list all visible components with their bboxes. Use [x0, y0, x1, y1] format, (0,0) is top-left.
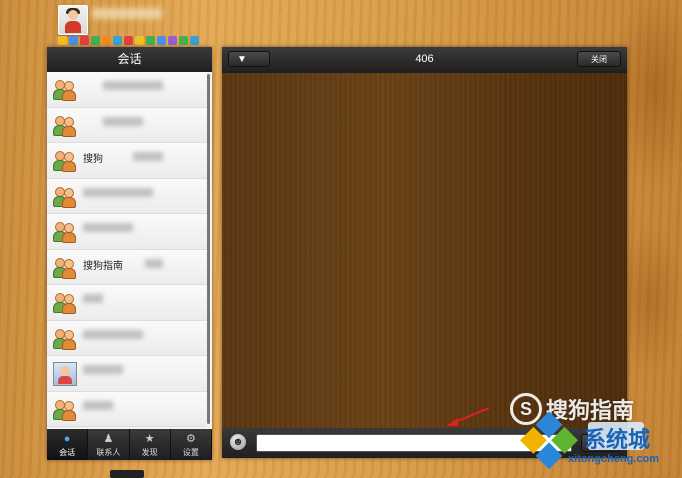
conversation-item[interactable]	[47, 178, 207, 214]
group-avatar-icon	[53, 398, 76, 421]
redacted-text	[145, 258, 163, 268]
tab-settings[interactable]: ⚙ 设置	[171, 429, 212, 460]
status-icon[interactable]	[190, 36, 199, 45]
contacts-icon: ♟	[103, 433, 114, 445]
redacted-text	[133, 152, 163, 161]
status-icon[interactable]	[135, 36, 144, 45]
group-avatar-icon	[53, 114, 76, 137]
conversation-item[interactable]	[47, 214, 207, 250]
chat-title: 406	[415, 53, 434, 65]
status-icon[interactable]	[58, 36, 67, 45]
conversation-list: 搜狗 搜狗指南	[47, 72, 207, 429]
xitongcheng-watermark-url: xitongcheng.com	[568, 453, 660, 465]
conversation-name: 搜狗	[83, 154, 103, 165]
conversation-item[interactable]	[47, 72, 207, 108]
chat-bubble-icon: ●	[63, 433, 71, 445]
contact-photo-avatar	[53, 362, 77, 386]
emoji-icon[interactable]: ☻	[230, 434, 246, 450]
group-avatar-icon	[53, 256, 76, 279]
tab-label: 设置	[182, 448, 199, 457]
conversation-item[interactable]	[47, 356, 207, 392]
redacted-text	[83, 187, 153, 197]
group-avatar-icon	[53, 78, 76, 101]
redacted-text	[103, 81, 163, 90]
status-icon[interactable]	[113, 36, 122, 45]
conversation-item[interactable]	[47, 391, 207, 427]
red-arrow-annotation	[447, 407, 490, 426]
conversation-name: 搜狗指南	[83, 260, 123, 272]
redacted-text	[103, 116, 143, 126]
xitongcheng-watermark-cn: 系统城	[584, 428, 651, 453]
redacted-text	[83, 329, 143, 339]
conversation-item[interactable]	[47, 320, 207, 356]
tab-conversations[interactable]: ● 会话	[47, 429, 89, 460]
tab-label: 联系人	[96, 448, 121, 457]
profile-status-icons[interactable]	[58, 36, 199, 46]
conversation-item[interactable]: 搜狗指南	[47, 249, 207, 285]
status-icon[interactable]	[80, 36, 89, 45]
redacted-text	[83, 400, 113, 410]
redacted-text	[83, 223, 133, 232]
bottom-badge	[110, 470, 144, 478]
xitongcheng-watermark: 系统城 xitongcheng.com	[520, 411, 680, 472]
tab-contacts[interactable]: ♟ 联系人	[88, 429, 130, 460]
status-icon[interactable]	[91, 36, 100, 45]
status-icon[interactable]	[157, 36, 166, 45]
group-avatar-icon	[53, 185, 76, 208]
conversation-panel-title: 会话	[47, 47, 212, 72]
gear-icon: ⚙	[185, 433, 196, 445]
star-icon: ★	[144, 433, 155, 445]
tab-label: 会话	[59, 448, 76, 457]
close-button[interactable]: 关闭	[577, 51, 621, 67]
redacted-text	[83, 365, 123, 374]
status-icon[interactable]	[146, 36, 155, 45]
status-icon[interactable]	[179, 36, 188, 45]
profile-avatar[interactable]	[58, 5, 88, 35]
conversation-item[interactable]	[47, 285, 207, 321]
status-icon[interactable]	[69, 36, 78, 45]
redacted-text	[83, 294, 103, 303]
conversation-item[interactable]	[47, 107, 207, 143]
status-icon[interactable]	[102, 36, 111, 45]
group-avatar-icon	[53, 291, 76, 314]
status-icon[interactable]	[124, 36, 133, 45]
bottom-tab-bar: ● 会话 ♟ 联系人 ★ 发现 ⚙ 设置	[47, 429, 212, 460]
conversation-panel: 会话 搜狗搜狗指南 ● 会话 ♟ 联系人 ★ 发现 ⚙ 设置	[47, 47, 212, 460]
conversation-item[interactable]: 搜狗	[47, 143, 207, 179]
group-avatar-icon	[53, 149, 76, 172]
status-icon[interactable]	[168, 36, 177, 45]
group-avatar-icon	[53, 220, 76, 243]
profile-nickname-redacted	[92, 8, 162, 19]
chat-header: ▼ 406 关闭	[222, 47, 627, 73]
conversation-scrollbar[interactable]	[207, 74, 210, 424]
tab-label: 发现	[141, 448, 158, 457]
group-avatar-icon	[53, 327, 76, 350]
tab-discover[interactable]: ★ 发现	[130, 429, 171, 460]
